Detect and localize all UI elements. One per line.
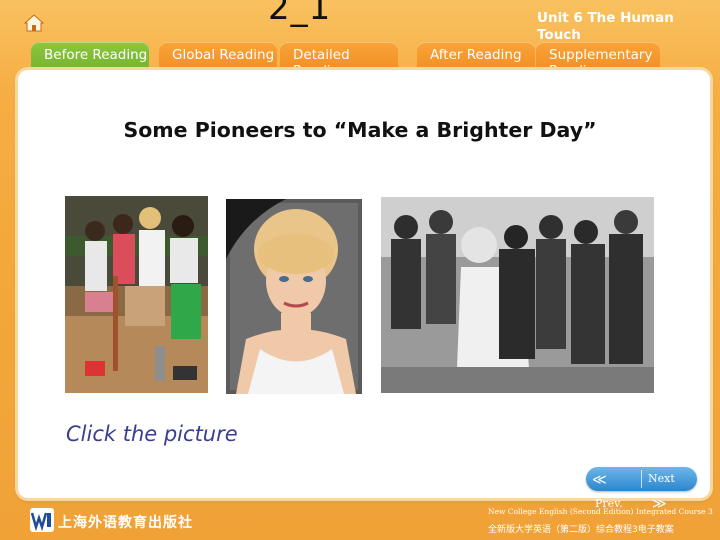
publisher-name: 上海外语教育出版社 <box>58 515 193 531</box>
double-chevron-left-icon: ≪ <box>592 472 607 488</box>
course-title-cn: 全新版大学英语（第二版）综合教程3电子教案 <box>488 525 674 535</box>
course-title-en: New College English (Second Edition) Int… <box>488 507 713 516</box>
photo-diana-with-children[interactable] <box>381 197 654 393</box>
home-icon[interactable] <box>23 14 45 32</box>
page-title: Some Pioneers to “Make a Brighter Day” <box>123 118 597 142</box>
next-label: Next <box>648 472 675 485</box>
photo-diana-with-landmine-victims[interactable] <box>65 196 208 393</box>
content-panel: Some Pioneers to “Make a Brighter Day” C… <box>18 70 710 498</box>
nav-divider <box>641 470 642 488</box>
publisher-logo-icon <box>30 508 54 532</box>
prev-button[interactable]: ≪ Prev. <box>592 467 640 510</box>
slide-number: 2_1 <box>268 0 332 28</box>
next-button[interactable]: Next ≫ <box>648 467 694 512</box>
instruction-text: Click the picture <box>66 422 238 446</box>
nav-buttons: ≪ Prev. Next ≫ <box>586 467 697 512</box>
photo-diana-portrait[interactable] <box>226 199 362 394</box>
unit-title: Unit 6 The Human Touch <box>537 10 674 43</box>
